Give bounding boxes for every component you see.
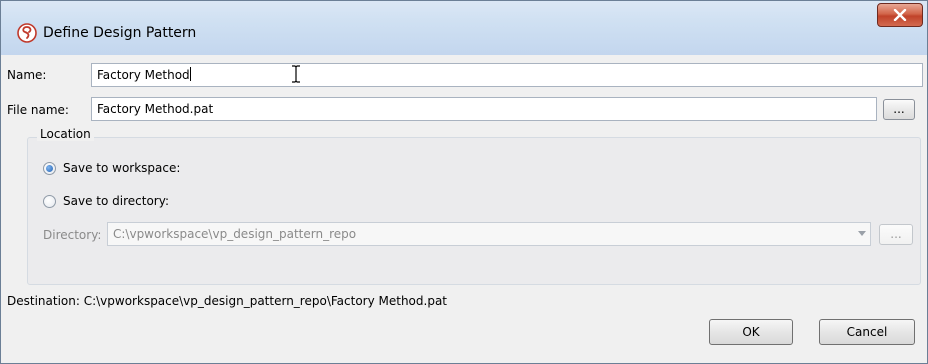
file-name-input[interactable]: Factory Method.pat	[91, 97, 877, 121]
location-legend: Location	[37, 127, 94, 141]
file-name-label: File name:	[7, 103, 69, 117]
directory-browse-button[interactable]: ...	[879, 224, 913, 245]
save-to-directory-radio[interactable]	[43, 195, 56, 208]
text-caret	[189, 67, 191, 81]
directory-combo-value: C:\vpworkspace\vp_design_pattern_repo	[113, 227, 357, 241]
cancel-button[interactable]: Cancel	[819, 319, 915, 345]
save-to-workspace-radio[interactable]	[43, 162, 56, 175]
text-cursor-icon	[291, 65, 301, 86]
directory-label: Directory:	[43, 228, 102, 242]
save-to-workspace-label[interactable]: Save to workspace:	[63, 161, 180, 175]
close-button[interactable]	[877, 3, 923, 27]
dialog-title: Define Design Pattern	[43, 25, 197, 41]
location-group	[27, 137, 921, 285]
visual-paradigm-logo-icon	[17, 23, 37, 43]
close-x-icon	[893, 9, 907, 21]
define-design-pattern-dialog: Define Design Pattern Name: Factory Meth…	[0, 0, 928, 364]
file-name-input-value: Factory Method.pat	[97, 102, 214, 116]
directory-combo[interactable]: C:\vpworkspace\vp_design_pattern_repo	[107, 222, 871, 246]
destination-text: Destination: C:\vpworkspace\vp_design_pa…	[7, 294, 448, 308]
name-label: Name:	[7, 68, 47, 82]
title-bar[interactable]: Define Design Pattern	[1, 1, 927, 55]
ok-button[interactable]: OK	[709, 319, 793, 345]
chevron-down-icon[interactable]	[858, 231, 866, 236]
dialog-body: Name: Factory Method File name: Factory …	[7, 57, 923, 359]
name-input-value: Factory Method	[97, 68, 190, 82]
name-input[interactable]: Factory Method	[91, 63, 923, 87]
save-to-directory-label[interactable]: Save to directory:	[63, 194, 169, 208]
file-browse-button[interactable]: ...	[883, 99, 915, 120]
